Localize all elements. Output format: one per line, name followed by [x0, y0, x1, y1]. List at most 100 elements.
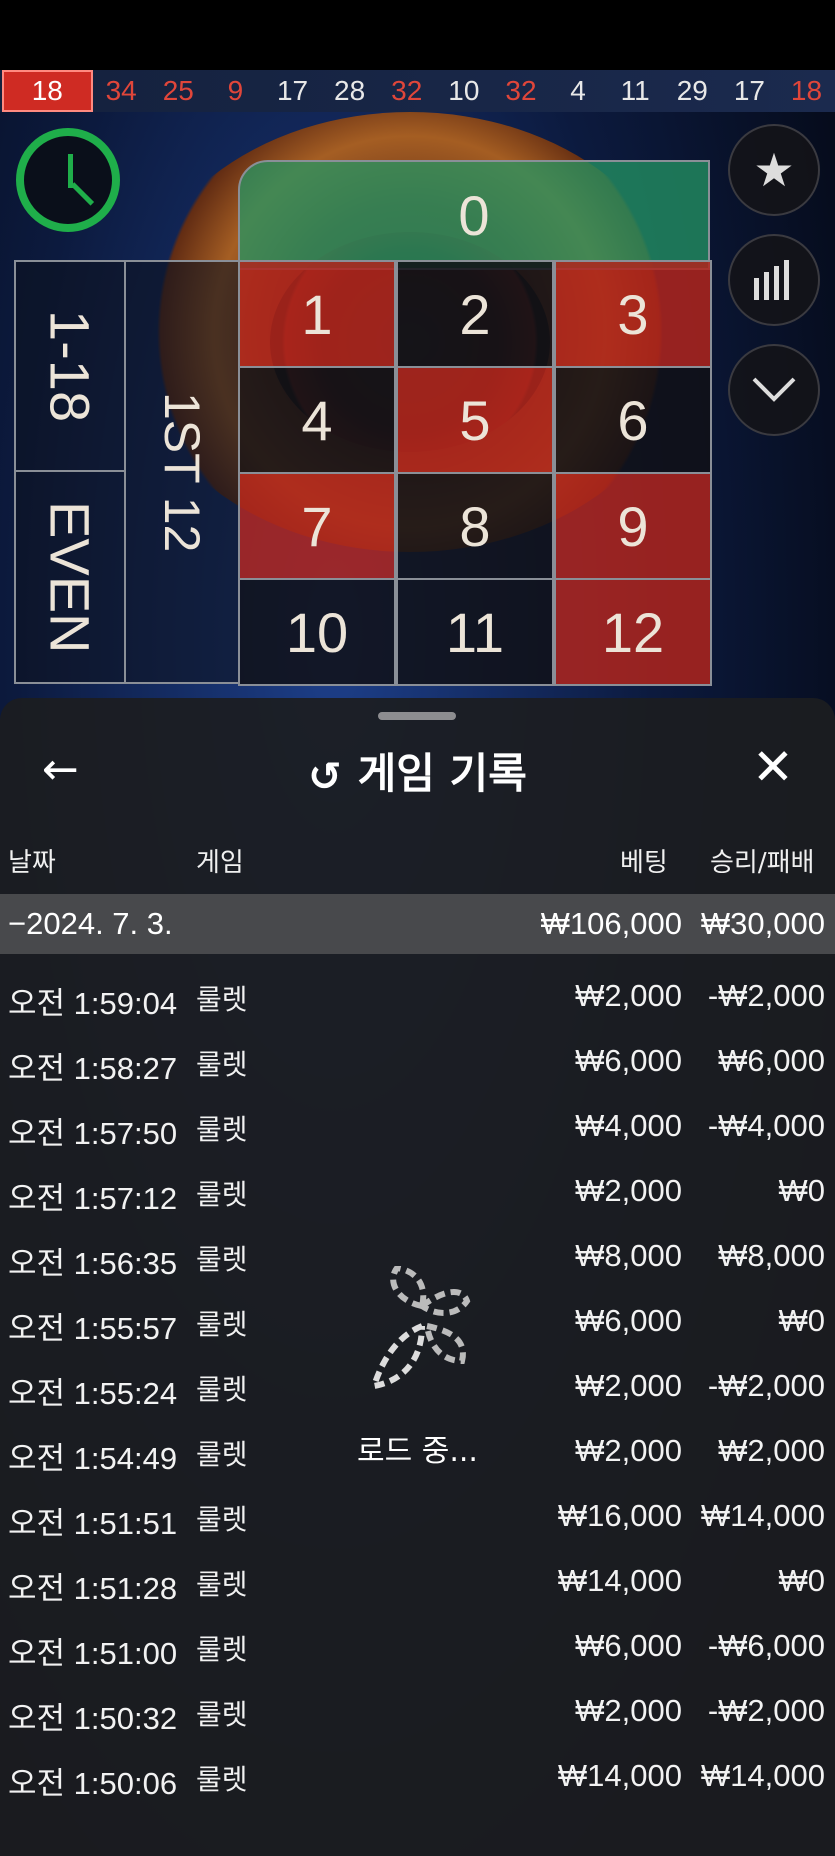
number-cell[interactable]: 12 [554, 578, 712, 686]
loading-spinner-icon [372, 1266, 471, 1390]
recent-result: 11 [620, 75, 650, 106]
time-cell: 오전 1:57:12 [8, 1181, 178, 1216]
recent-result: 9 [227, 75, 244, 106]
history-row[interactable]: 오전 1:51:00 룰렛 ₩6,000 -₩6,000 [0, 1612, 835, 1676]
bet-cell: ₩4,000 [575, 1108, 682, 1143]
column-game: 게임 [196, 848, 244, 878]
chevron-down-icon [752, 377, 796, 402]
result-cell: ₩8,000 [718, 1238, 825, 1273]
recent-result: 28 [334, 75, 366, 106]
close-button[interactable]: ✕ [752, 738, 794, 796]
history-row[interactable]: 오전 1:51:28 룰렛 ₩14,000 ₩0 [0, 1547, 835, 1611]
result-cell: -₩2,000 [707, 978, 825, 1013]
game-cell: 룰렛 [196, 1569, 248, 1600]
recent-result: 34 [105, 75, 137, 106]
countdown-timer [16, 128, 120, 232]
number-cell[interactable]: 10 [238, 578, 396, 686]
bet-low-1-18[interactable]: 1-18 [14, 260, 126, 472]
recent-result: 17 [733, 75, 765, 106]
date-bet-total: ₩106,000 [540, 906, 682, 941]
number-cell[interactable]: 1 [238, 260, 396, 368]
game-cell: 룰렛 [196, 1699, 248, 1730]
statistics-button[interactable] [728, 234, 820, 326]
recent-results-strip: 18 34 25 9 17 28 32 10 32 4 11 29 17 18 [0, 70, 835, 112]
history-row[interactable]: 오전 1:50:06 룰렛 ₩14,000 ₩14,000 [0, 1742, 835, 1806]
game-cell: 룰렛 [196, 984, 248, 1015]
result-cell: -₩4,000 [707, 1108, 825, 1143]
collapse-button[interactable] [728, 344, 820, 436]
recent-result: 29 [676, 75, 708, 106]
number-cell[interactable]: 3 [554, 260, 712, 368]
game-cell: 룰렛 [196, 1179, 248, 1210]
favorite-button[interactable]: ★ [728, 124, 820, 216]
time-cell: 오전 1:50:32 [8, 1701, 178, 1736]
history-icon: ↺ [308, 754, 342, 800]
game-cell: 룰렛 [196, 1114, 248, 1145]
bet-cell: ₩2,000 [575, 978, 682, 1013]
bet-cell: ₩2,000 [575, 1173, 682, 1208]
bar-chart-icon [754, 260, 789, 300]
status-bar [0, 0, 835, 70]
bet-cell: ₩2,000 [575, 1368, 682, 1403]
result-cell: -₩2,000 [707, 1693, 825, 1728]
number-cell[interactable]: 4 [238, 366, 396, 474]
loading-text: 로드 중... [357, 1434, 478, 1469]
number-cell[interactable]: 8 [396, 472, 554, 580]
recent-result: 25 [162, 75, 194, 106]
time-cell: 오전 1:59:04 [8, 986, 178, 1021]
time-cell: 오전 1:50:06 [8, 1766, 178, 1801]
time-cell: 오전 1:58:27 [8, 1051, 178, 1086]
bet-even[interactable]: EVEN [14, 470, 126, 684]
clock-hand [70, 182, 95, 206]
number-cell[interactable]: 2 [396, 260, 554, 368]
game-history-panel: ← ↺ 게임 기록 ✕ 날짜 게임 베팅 승리/패배 −2024. 7. 3. ₩… [0, 698, 835, 1856]
date-group-row[interactable]: −2024. 7. 3. ₩106,000 ₩30,000 [0, 894, 835, 954]
history-row[interactable]: 오전 1:50:32 룰렛 ₩2,000 -₩2,000 [0, 1677, 835, 1741]
drag-handle[interactable] [378, 712, 456, 720]
result-cell: -₩2,000 [707, 1368, 825, 1403]
panel-title-text: 게임 기록 [357, 749, 527, 798]
history-row[interactable]: 오전 1:51:51 룰렛 ₩16,000 ₩14,000 [0, 1482, 835, 1546]
game-cell: 룰렛 [196, 1309, 248, 1340]
result-cell: -₩6,000 [707, 1628, 825, 1663]
column-date: 날짜 [8, 848, 56, 878]
result-cell: ₩14,000 [700, 1758, 825, 1793]
column-bet: 베팅 [620, 848, 668, 878]
number-cell[interactable]: 7 [238, 472, 396, 580]
time-cell: 오전 1:55:24 [8, 1376, 178, 1411]
number-cell[interactable]: 6 [554, 366, 712, 474]
bet-first-dozen[interactable]: 1ST 12 [124, 260, 240, 684]
recent-result: 18 [790, 75, 823, 106]
low-label: 1-18 [38, 309, 102, 423]
history-row[interactable]: 오전 1:57:12 룰렛 ₩2,000 ₩0 [0, 1157, 835, 1221]
date-result-total: ₩30,000 [700, 906, 825, 941]
panel-header: ← ↺ 게임 기록 ✕ [0, 728, 835, 808]
column-result: 승리/패배 [710, 848, 815, 878]
game-cell: 룰렛 [196, 1764, 248, 1795]
time-cell: 오전 1:51:28 [8, 1571, 178, 1606]
time-cell: 오전 1:51:51 [8, 1506, 178, 1541]
bet-cell: ₩8,000 [575, 1238, 682, 1273]
result-cell: ₩6,000 [718, 1043, 825, 1078]
recent-result: 32 [391, 75, 423, 106]
close-icon: ✕ [752, 738, 794, 796]
bet-cell: ₩6,000 [575, 1303, 682, 1338]
bet-cell: ₩14,000 [557, 1758, 682, 1793]
recent-result: 18 [2, 70, 93, 112]
bet-cell: ₩6,000 [575, 1628, 682, 1663]
number-cell[interactable]: 9 [554, 472, 712, 580]
history-row[interactable]: 오전 1:59:04 룰렛 ₩2,000 -₩2,000 [0, 962, 835, 1026]
even-label: EVEN [38, 500, 102, 654]
time-cell: 오전 1:57:50 [8, 1116, 178, 1151]
recent-result: 32 [505, 75, 537, 106]
number-cell[interactable]: 11 [396, 578, 554, 686]
panel-title: ↺ 게임 기록 [0, 740, 835, 801]
game-cell: 룰렛 [196, 1504, 248, 1535]
game-cell: 룰렛 [196, 1634, 248, 1665]
history-row[interactable]: 오전 1:58:27 룰렛 ₩6,000 ₩6,000 [0, 1027, 835, 1091]
bet-cell: ₩2,000 [575, 1693, 682, 1728]
bet-cell: ₩6,000 [575, 1043, 682, 1078]
number-zero[interactable]: 0 [238, 160, 710, 270]
history-row[interactable]: 오전 1:57:50 룰렛 ₩4,000 -₩4,000 [0, 1092, 835, 1156]
number-cell[interactable]: 5 [396, 366, 554, 474]
